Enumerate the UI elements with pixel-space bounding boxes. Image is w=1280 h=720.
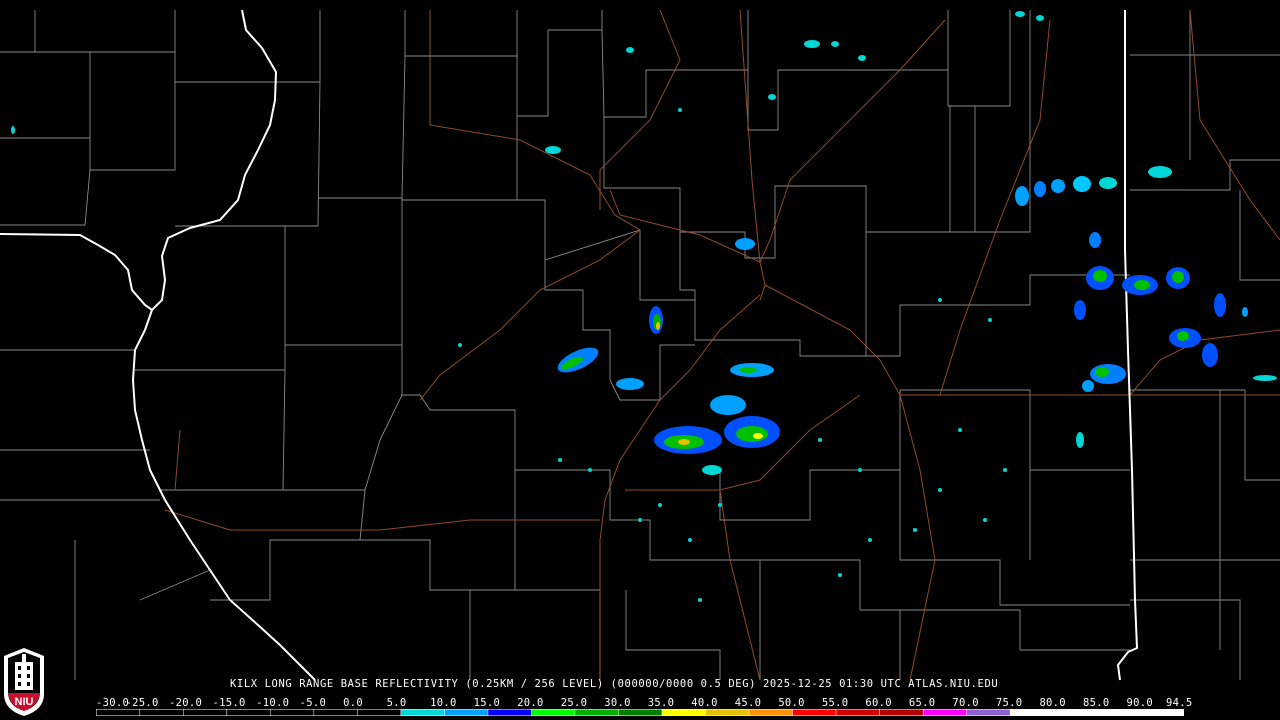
legend-swatch (879, 709, 923, 716)
legend-label: 55.0 (821, 697, 849, 709)
legend-swatch (705, 709, 749, 716)
legend-label: 60.0 (865, 697, 892, 709)
legend-label: 94.5 (1166, 697, 1193, 709)
legend-label: 0.0 (343, 697, 363, 709)
legend-swatch (575, 709, 619, 716)
legend-swatch (1053, 709, 1097, 716)
svg-text:NIU: NIU (15, 696, 34, 708)
legend-swatch (314, 709, 358, 716)
legend-swatch (966, 709, 1010, 716)
legend-label: -5.0 (299, 697, 327, 709)
legend-label: -25.0 (125, 697, 159, 709)
legend-swatch (792, 709, 836, 716)
legend-swatch (357, 709, 401, 716)
legend-labels: -30.0 -25.0 -20.0 -15.0 -10.0 -5.0 0.0 5.0 10.0 1… (96, 697, 1196, 709)
legend-swatch (836, 709, 880, 716)
legend-label: 85.0 (1082, 697, 1110, 709)
legend-swatch (270, 709, 314, 716)
legend-label: 25.0 (560, 697, 588, 709)
legend-swatch (662, 709, 706, 716)
base-map (0, 9, 1280, 681)
legend-swatch (444, 709, 488, 716)
legend-label: 15.0 (473, 697, 501, 709)
legend-label: 90.0 (1126, 697, 1153, 709)
legend-swatch (531, 709, 575, 716)
radar-map-view: NIU KILX LONG RANGE BASE REFLECTIVITY (0… (0, 0, 1280, 720)
legend-label: 45.0 (734, 697, 762, 709)
legend-label: 35.0 (647, 697, 675, 709)
state-boundaries (0, 9, 1139, 681)
legend-label: 30.0 (604, 697, 631, 709)
legend-label: 80.0 (1039, 697, 1066, 709)
niu-logo: NIU (2, 646, 46, 718)
legend-label: 20.0 (517, 697, 544, 709)
legend-label: 5.0 (386, 697, 407, 709)
county-boundaries (0, 10, 1280, 680)
legend-label: 75.0 (995, 697, 1023, 709)
legend-label: 65.0 (908, 697, 936, 709)
legend-swatch (749, 709, 793, 716)
legend-label: 70.0 (952, 697, 979, 709)
legend-swatch (1097, 709, 1141, 716)
legend-label: -20.0 (169, 697, 203, 709)
legend-swatch (923, 709, 967, 716)
legend-swatch (227, 709, 271, 716)
legend-label: 40.0 (691, 697, 718, 709)
legend-swatch (96, 709, 140, 716)
legend-label: 50.0 (778, 697, 805, 709)
radar-echoes (11, 11, 1277, 602)
legend-label: -15.0 (212, 697, 246, 709)
legend-label: 10.0 (430, 697, 457, 709)
product-label: KILX LONG RANGE BASE REFLECTIVITY (0.25K… (230, 678, 999, 690)
legend-swatch (183, 709, 227, 716)
legend-swatch (1141, 709, 1184, 716)
legend-color-bar (96, 709, 1184, 716)
legend-label: -30.0 (96, 697, 130, 709)
legend-swatch (401, 709, 445, 716)
legend-swatch (488, 709, 532, 716)
legend-swatch (1010, 709, 1054, 716)
legend-swatch (618, 709, 662, 716)
legend-label: -10.0 (256, 697, 290, 709)
legend-swatch (140, 709, 183, 716)
